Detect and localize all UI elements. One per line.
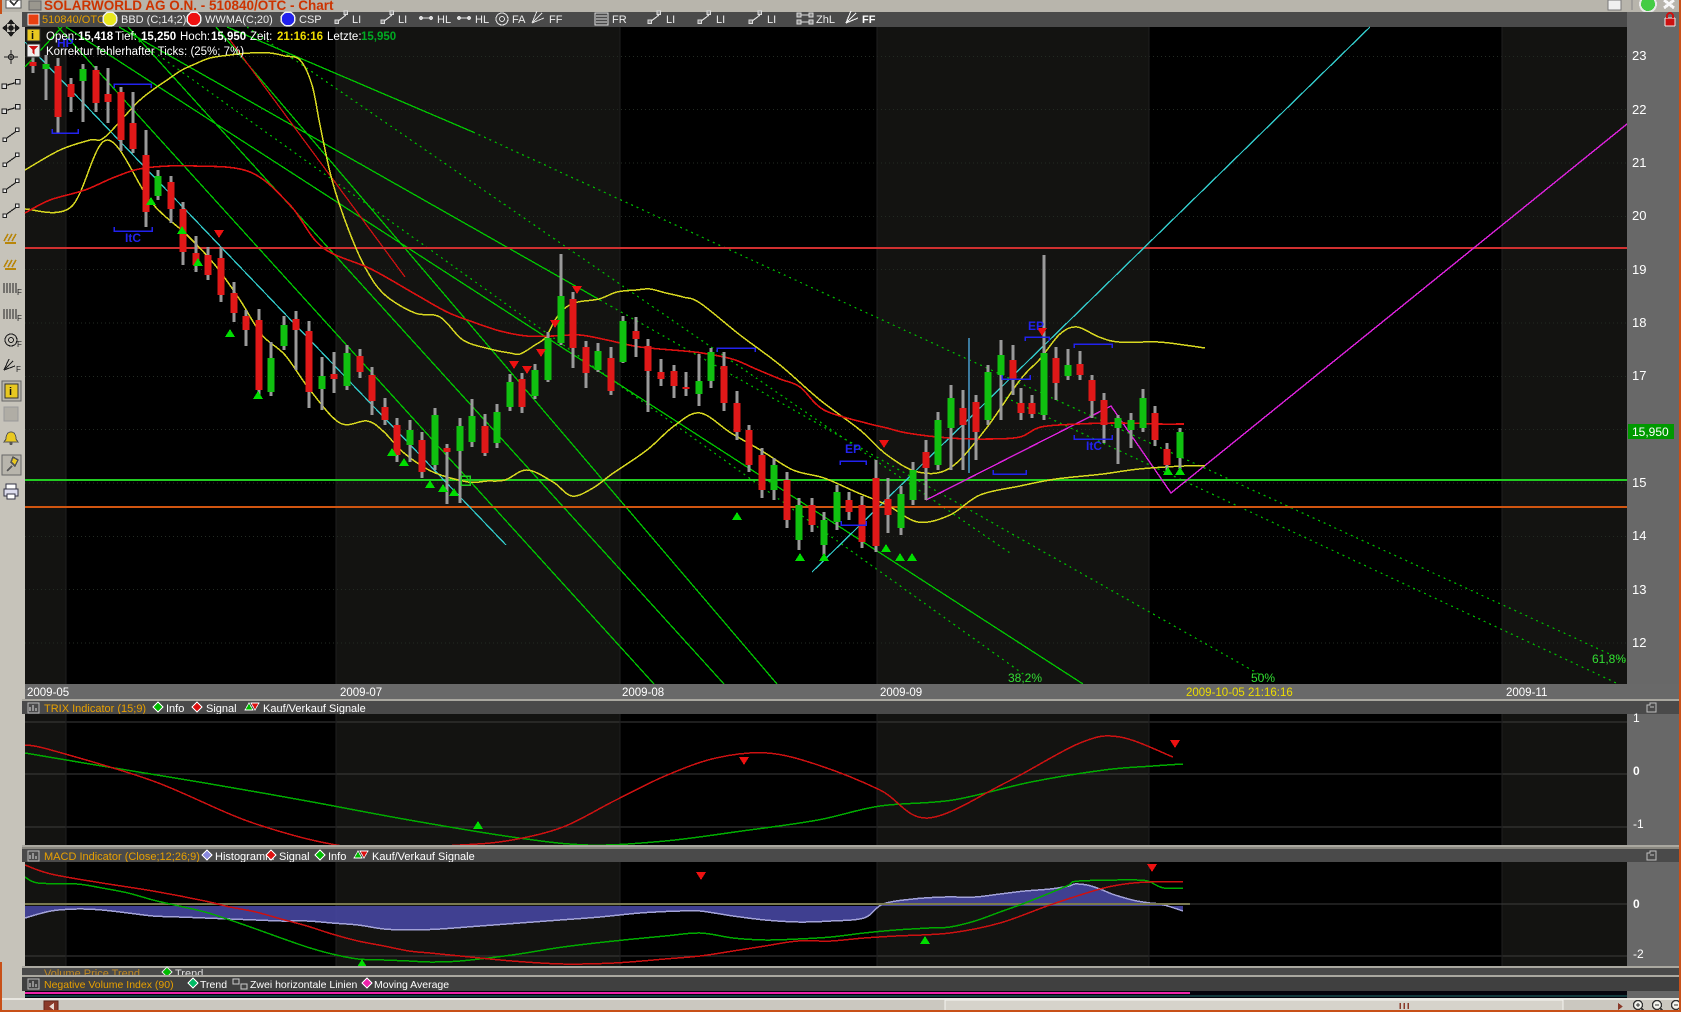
svg-text:15: 15 xyxy=(1632,475,1646,490)
svg-text:ZhL: ZhL xyxy=(816,14,835,26)
svg-text:12: 12 xyxy=(1632,635,1646,650)
svg-text:LI: LI xyxy=(352,14,361,26)
svg-text:15,418: 15,418 xyxy=(78,31,114,43)
svg-text:FF: FF xyxy=(862,14,876,26)
svg-text:Info: Info xyxy=(328,851,346,863)
svg-text:Hoch:: Hoch: xyxy=(180,31,210,43)
svg-text:TRIX Indicator (15;9): TRIX Indicator (15;9) xyxy=(44,703,146,715)
svg-text:HL: HL xyxy=(437,14,451,26)
svg-text:61,8%: 61,8% xyxy=(1592,652,1626,666)
svg-text:0: 0 xyxy=(1633,897,1640,911)
svg-text:2009-09: 2009-09 xyxy=(880,687,922,699)
svg-text:Korrektur fehlerhafter Ticks:: Korrektur fehlerhafter Ticks: (25%; 7%) xyxy=(46,46,244,58)
svg-text:15,250: 15,250 xyxy=(141,31,176,43)
svg-text:HL: HL xyxy=(475,14,489,26)
svg-text:-1: -1 xyxy=(1633,817,1644,831)
svg-text:F: F xyxy=(16,365,21,374)
svg-text:15,950: 15,950 xyxy=(211,31,246,43)
svg-text:ItC: ItC xyxy=(1086,439,1102,453)
svg-text:EP: EP xyxy=(845,442,861,456)
svg-text:Negative Volume Index (90): Negative Volume Index (90) xyxy=(44,979,174,991)
svg-text:1: 1 xyxy=(1633,711,1640,725)
svg-text:Zwei horizontale Linien: Zwei horizontale Linien xyxy=(250,979,358,991)
svg-text:18: 18 xyxy=(1632,315,1646,330)
svg-text:17: 17 xyxy=(1632,368,1646,383)
svg-text:22: 22 xyxy=(1632,102,1646,117)
svg-text:Histogramm: Histogramm xyxy=(215,851,274,863)
svg-text:F: F xyxy=(17,314,22,323)
svg-text:F: F xyxy=(17,288,22,297)
svg-text:0: 0 xyxy=(1633,764,1640,778)
svg-text:Open:: Open: xyxy=(46,31,77,43)
svg-text:2009-10-05 21:16:16: 2009-10-05 21:16:16 xyxy=(1186,687,1293,699)
svg-text:2009-07: 2009-07 xyxy=(340,687,382,699)
svg-text:21: 21 xyxy=(1632,155,1646,170)
svg-text:50%: 50% xyxy=(1251,671,1275,685)
svg-text:i: i xyxy=(31,30,34,42)
svg-text:FR: FR xyxy=(612,14,627,26)
svg-text:SOLARWORLD AG O.N. - 510840/OT: SOLARWORLD AG O.N. - 510840/OTC - Chart xyxy=(44,0,334,13)
svg-text:Trend: Trend xyxy=(200,979,227,991)
svg-text:Signal: Signal xyxy=(279,851,310,863)
svg-text:510840/OTC: 510840/OTC xyxy=(42,14,105,26)
svg-text:CSP: CSP xyxy=(299,14,322,26)
svg-text:EP: EP xyxy=(1028,319,1044,333)
svg-text:2009-11: 2009-11 xyxy=(1506,687,1547,699)
svg-text:LI: LI xyxy=(767,14,776,26)
svg-text:38,2%: 38,2% xyxy=(1008,671,1042,685)
svg-text:F: F xyxy=(17,340,22,349)
svg-text:15,950: 15,950 xyxy=(1632,425,1669,439)
svg-text:MACD Indicator (Close;12;26;9): MACD Indicator (Close;12;26;9) xyxy=(44,851,200,863)
svg-text:FA: FA xyxy=(512,14,526,26)
svg-text:ItC: ItC xyxy=(125,231,141,245)
svg-text:Letzte:: Letzte: xyxy=(327,31,362,43)
svg-text:Moving Average: Moving Average xyxy=(374,979,449,991)
svg-text:13: 13 xyxy=(1632,582,1646,597)
svg-text:BBD (C;14;2): BBD (C;14;2) xyxy=(121,14,186,26)
svg-text:LI: LI xyxy=(666,14,675,26)
svg-text:-2: -2 xyxy=(1633,947,1644,961)
svg-text:23: 23 xyxy=(1632,48,1646,63)
svg-text:14: 14 xyxy=(1632,528,1646,543)
svg-text:Zeit:: Zeit: xyxy=(250,31,272,43)
svg-text:2009-05: 2009-05 xyxy=(27,687,69,699)
svg-text:19: 19 xyxy=(1632,262,1646,277)
svg-text:i: i xyxy=(9,386,12,398)
svg-text:Info: Info xyxy=(166,703,184,715)
svg-text:Tief:: Tief: xyxy=(115,31,137,43)
svg-text:Kauf/Verkauf Signale: Kauf/Verkauf Signale xyxy=(372,851,475,863)
svg-text:21:16:16: 21:16:16 xyxy=(277,31,323,43)
svg-text:2009-08: 2009-08 xyxy=(622,687,664,699)
svg-text:WWMA(C;20): WWMA(C;20) xyxy=(205,14,273,26)
svg-text:FF: FF xyxy=(549,14,563,26)
svg-text:15,950: 15,950 xyxy=(361,31,396,43)
svg-text:20: 20 xyxy=(1632,208,1646,223)
svg-text:LI: LI xyxy=(398,14,407,26)
svg-text:Signal: Signal xyxy=(206,703,237,715)
svg-text:Kauf/Verkauf Signale: Kauf/Verkauf Signale xyxy=(263,703,366,715)
svg-text:LI: LI xyxy=(716,14,725,26)
